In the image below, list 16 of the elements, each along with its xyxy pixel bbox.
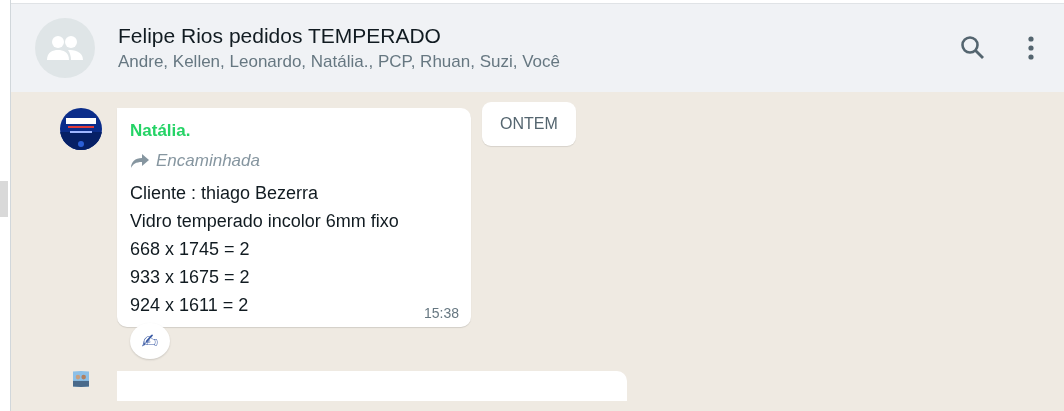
people-icon (46, 34, 84, 62)
forwarded-label: Encaminhada (156, 151, 260, 171)
chat-title: Felipe Rios pedidos TEMPERADO (118, 24, 442, 48)
sender-name: Natália. (130, 121, 192, 141)
message-text: 924 x 1611 = 2 (130, 294, 249, 317)
date-badge: ONTEM (482, 102, 576, 146)
search-icon (960, 35, 986, 61)
reaction-badge[interactable]: ✍ (130, 323, 170, 359)
message-text: 933 x 1675 = 2 (130, 266, 250, 289)
message-text: Cliente : thiago Bezerra (130, 182, 319, 205)
message-text: 668 x 1745 = 2 (130, 238, 250, 261)
message-time: 15:38 (423, 305, 459, 321)
message-text: Vidro temperado incolor 6mm fixo (130, 210, 399, 233)
participants-list: Andre, Kellen, Leonardo, Natália., PCP, Rhuan, Suzi, Você (118, 52, 924, 72)
scrollbar-thumb[interactable] (0, 180, 8, 217)
menu-icon (1028, 36, 1034, 60)
